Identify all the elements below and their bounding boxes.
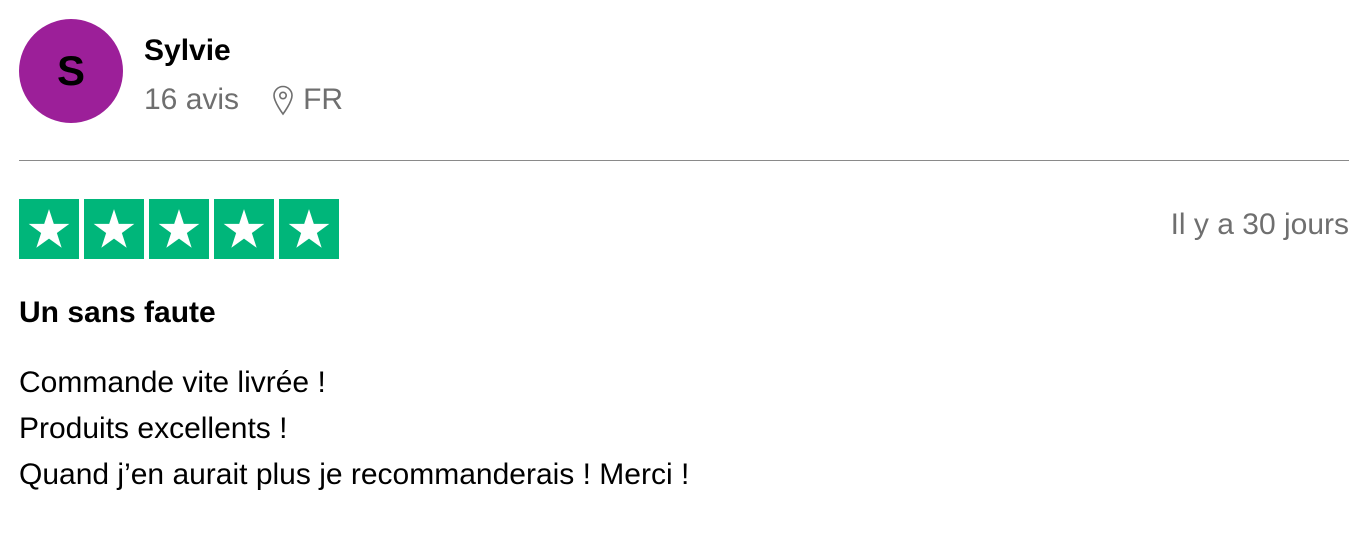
review-line: Produits excellents ! (19, 412, 288, 445)
reviewer-country: FR (303, 83, 344, 116)
map-pin-icon (273, 85, 293, 116)
reviewer-location: FR (271, 83, 343, 117)
star-icon (19, 199, 79, 259)
reviewer-meta: 16 avis FR (144, 80, 343, 120)
review-line: Quand j’en aurait plus je recommanderais… (19, 458, 690, 491)
star-icon (149, 199, 209, 259)
divider (19, 160, 1349, 161)
avatar-initial: S (56, 47, 85, 94)
avatar[interactable]: S (19, 19, 123, 123)
star-icon (279, 199, 339, 259)
reviewer-name[interactable]: Sylvie (144, 31, 231, 71)
review-line: Commande vite livrée ! (19, 366, 326, 399)
review-title[interactable]: Un sans faute (19, 293, 216, 333)
review-body: Commande vite livrée ! Produits excellen… (19, 360, 689, 498)
star-icon (84, 199, 144, 259)
review-count: 16 avis (144, 83, 240, 116)
review-date: Il y a 30 jours (1170, 208, 1349, 241)
star-icon (214, 199, 274, 259)
star-rating (19, 199, 344, 259)
